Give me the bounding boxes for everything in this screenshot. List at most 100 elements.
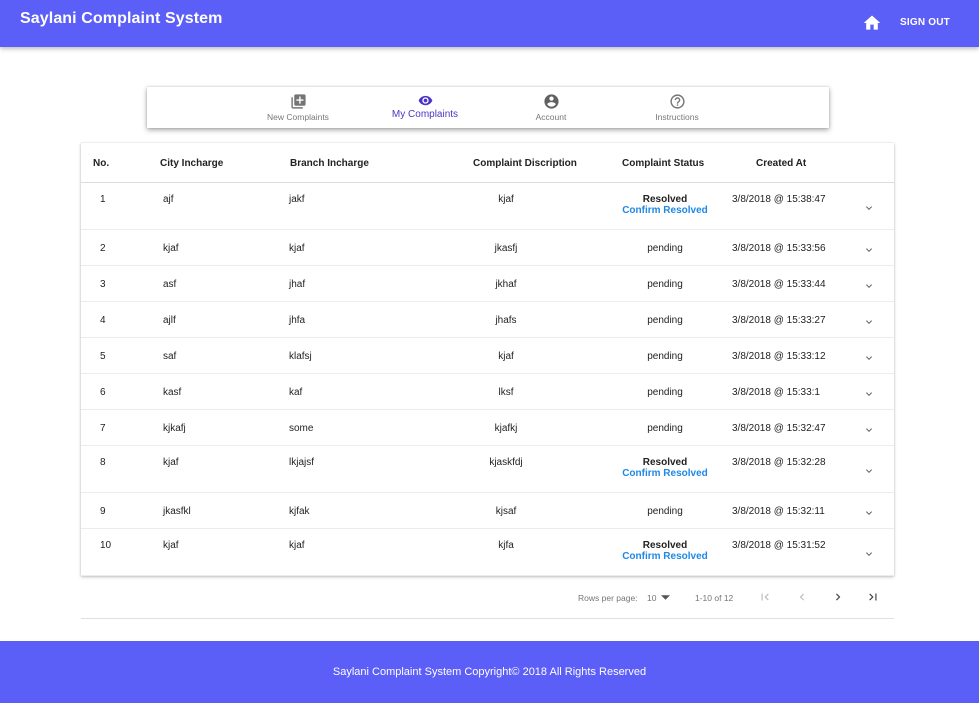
cell-status: Resolved Confirm Resolved — [615, 540, 715, 562]
app-bar: Saylani Complaint System SIGN OUT — [0, 0, 979, 47]
tab-my-complaints[interactable]: My Complaints — [370, 87, 480, 128]
first-page-button[interactable] — [758, 590, 772, 604]
cell-no: 3 — [100, 279, 106, 290]
header-branch-incharge: Branch Incharge — [290, 158, 369, 169]
table-row[interactable]: 9 jkasfkl kjfak kjsaf pending 3/8/2018 @ 15:3… — [81, 493, 894, 529]
table-row[interactable]: 1 ajf jakf kjaf Resolved Confirm Resolved 3/8/… — [81, 183, 894, 230]
expand-row-button[interactable] — [863, 464, 875, 476]
cell-no: 7 — [100, 423, 106, 434]
last-page-button[interactable] — [866, 590, 880, 604]
table-row[interactable]: 7 kjkafj some kjafkj pending 3/8/2018 @ 15:32… — [81, 410, 894, 446]
header-no: No. — [93, 158, 110, 169]
status-text: pending — [647, 351, 683, 362]
rows-per-page-value: 10 — [647, 593, 657, 603]
expand-row-button[interactable] — [863, 506, 875, 518]
status-text: pending — [647, 387, 683, 398]
confirm-resolved-link[interactable]: Confirm Resolved — [615, 551, 715, 562]
cell-status: Resolved Confirm Resolved — [615, 457, 715, 479]
chevron-down-icon — [866, 248, 872, 252]
header-complaint-description: Complaint Discription — [473, 158, 577, 169]
rows-per-page-label: Rows per page: — [578, 593, 638, 603]
status-text: pending — [647, 243, 683, 254]
expand-row-button[interactable] — [863, 423, 875, 435]
confirm-resolved-link[interactable]: Confirm Resolved — [615, 205, 715, 216]
cell-branch-incharge: kjaf — [289, 243, 305, 254]
cell-description: kjaf — [498, 194, 514, 205]
status-text: Resolved — [642, 194, 688, 205]
table-row[interactable]: 2 kjaf kjaf jkasfj pending 3/8/2018 @ 15:33:5… — [81, 230, 894, 266]
cell-status: pending — [615, 315, 715, 326]
status-text: pending — [647, 423, 683, 434]
table-row[interactable]: 5 saf klafsj kjaf pending 3/8/2018 @ 15:33:12 — [81, 338, 894, 374]
cell-city-incharge: jkasfkl — [163, 506, 191, 517]
tab-new-complaints[interactable]: New Complaints — [243, 87, 353, 128]
chevron-down-icon — [866, 511, 872, 515]
cell-created-at: 3/8/2018 @ 15:33:27 — [732, 315, 826, 326]
account-circle-icon — [543, 94, 559, 109]
cell-description: kjfa — [498, 540, 514, 551]
table-row[interactable]: 8 kjaf lkjajsf kjaskfdj Resolved Confirm Reso… — [81, 446, 894, 493]
page-range: 1-10 of 12 — [695, 593, 734, 603]
table-row[interactable]: 6 kasf kaf lksf pending 3/8/2018 @ 15:33:1 — [81, 374, 894, 410]
cell-created-at: 3/8/2018 @ 15:32:47 — [732, 423, 826, 434]
table-header: No. City Incharge Branch Incharge Compla… — [81, 143, 894, 183]
rows-per-page-select[interactable]: 10 — [647, 593, 670, 603]
expand-row-button[interactable] — [863, 243, 875, 255]
first-page-icon — [761, 593, 769, 601]
cell-description: lksf — [498, 387, 514, 398]
home-button[interactable] — [862, 13, 882, 33]
cell-description: jhafs — [495, 315, 517, 326]
expand-row-button[interactable] — [863, 387, 875, 399]
expand-row-button[interactable] — [863, 547, 875, 559]
cell-branch-incharge: some — [289, 423, 314, 434]
cell-created-at: 3/8/2018 @ 15:33:12 — [732, 351, 826, 362]
tab-account[interactable]: Account — [496, 87, 606, 128]
eye-icon — [418, 95, 432, 106]
cell-description: kjaf — [498, 351, 514, 362]
cell-no: 2 — [100, 243, 106, 254]
expand-row-button[interactable] — [863, 351, 875, 363]
cell-created-at: 3/8/2018 @ 15:38:47 — [732, 194, 826, 205]
next-page-icon — [836, 593, 841, 601]
chevron-down-icon — [866, 356, 872, 360]
cell-city-incharge: saf — [163, 351, 177, 362]
sign-out-button[interactable]: SIGN OUT — [900, 17, 950, 28]
header-complaint-status: Complaint Status — [622, 158, 705, 169]
cell-status: pending — [615, 423, 715, 434]
cell-no: 8 — [100, 457, 106, 468]
cell-status: pending — [615, 351, 715, 362]
expand-row-button[interactable] — [863, 201, 875, 213]
cell-created-at: 3/8/2018 @ 15:33:44 — [732, 279, 826, 290]
chevron-down-icon — [866, 320, 872, 324]
app-title: Saylani Complaint System — [20, 10, 223, 27]
confirm-resolved-link[interactable]: Confirm Resolved — [615, 468, 715, 479]
cell-description: jkhaf — [495, 279, 517, 290]
cell-status: pending — [615, 279, 715, 290]
cell-description: kjafkj — [494, 423, 518, 434]
tab-label: Account — [535, 112, 567, 122]
expand-row-button[interactable] — [863, 279, 875, 291]
prev-page-button[interactable] — [795, 590, 809, 604]
complaints-table: No. City Incharge Branch Incharge Compla… — [81, 143, 894, 576]
table-row[interactable]: 4 ajlf jhfa jhafs pending 3/8/2018 @ 15:33:27 — [81, 302, 894, 338]
cell-status: pending — [615, 387, 715, 398]
home-icon — [863, 15, 881, 30]
footer-text: Saylani Complaint System Copyright© 2018… — [332, 666, 647, 678]
cell-branch-incharge: jakf — [289, 194, 305, 205]
chevron-down-icon — [866, 469, 872, 473]
status-text: pending — [647, 506, 683, 517]
table-row[interactable]: 3 asf jhaf jkhaf pending 3/8/2018 @ 15:33:44 — [81, 266, 894, 302]
header-created-at: Created At — [756, 158, 807, 169]
cell-no: 5 — [100, 351, 106, 362]
table-row[interactable]: 10 kjaf kjaf kjfa Resolved Confirm Resolved 3/… — [81, 529, 894, 576]
dropdown-arrow-icon — [660, 595, 670, 600]
tab-label: New Complaints — [267, 112, 329, 122]
next-page-button[interactable] — [831, 590, 845, 604]
cell-branch-incharge: kjaf — [289, 540, 305, 551]
expand-row-button[interactable] — [863, 315, 875, 327]
tab-instructions[interactable]: Instructions — [622, 87, 732, 128]
tab-label: My Complaints — [391, 109, 459, 120]
cell-no: 9 — [100, 506, 106, 517]
chevron-down-icon — [866, 428, 872, 432]
cell-created-at: 3/8/2018 @ 15:32:28 — [732, 457, 826, 468]
